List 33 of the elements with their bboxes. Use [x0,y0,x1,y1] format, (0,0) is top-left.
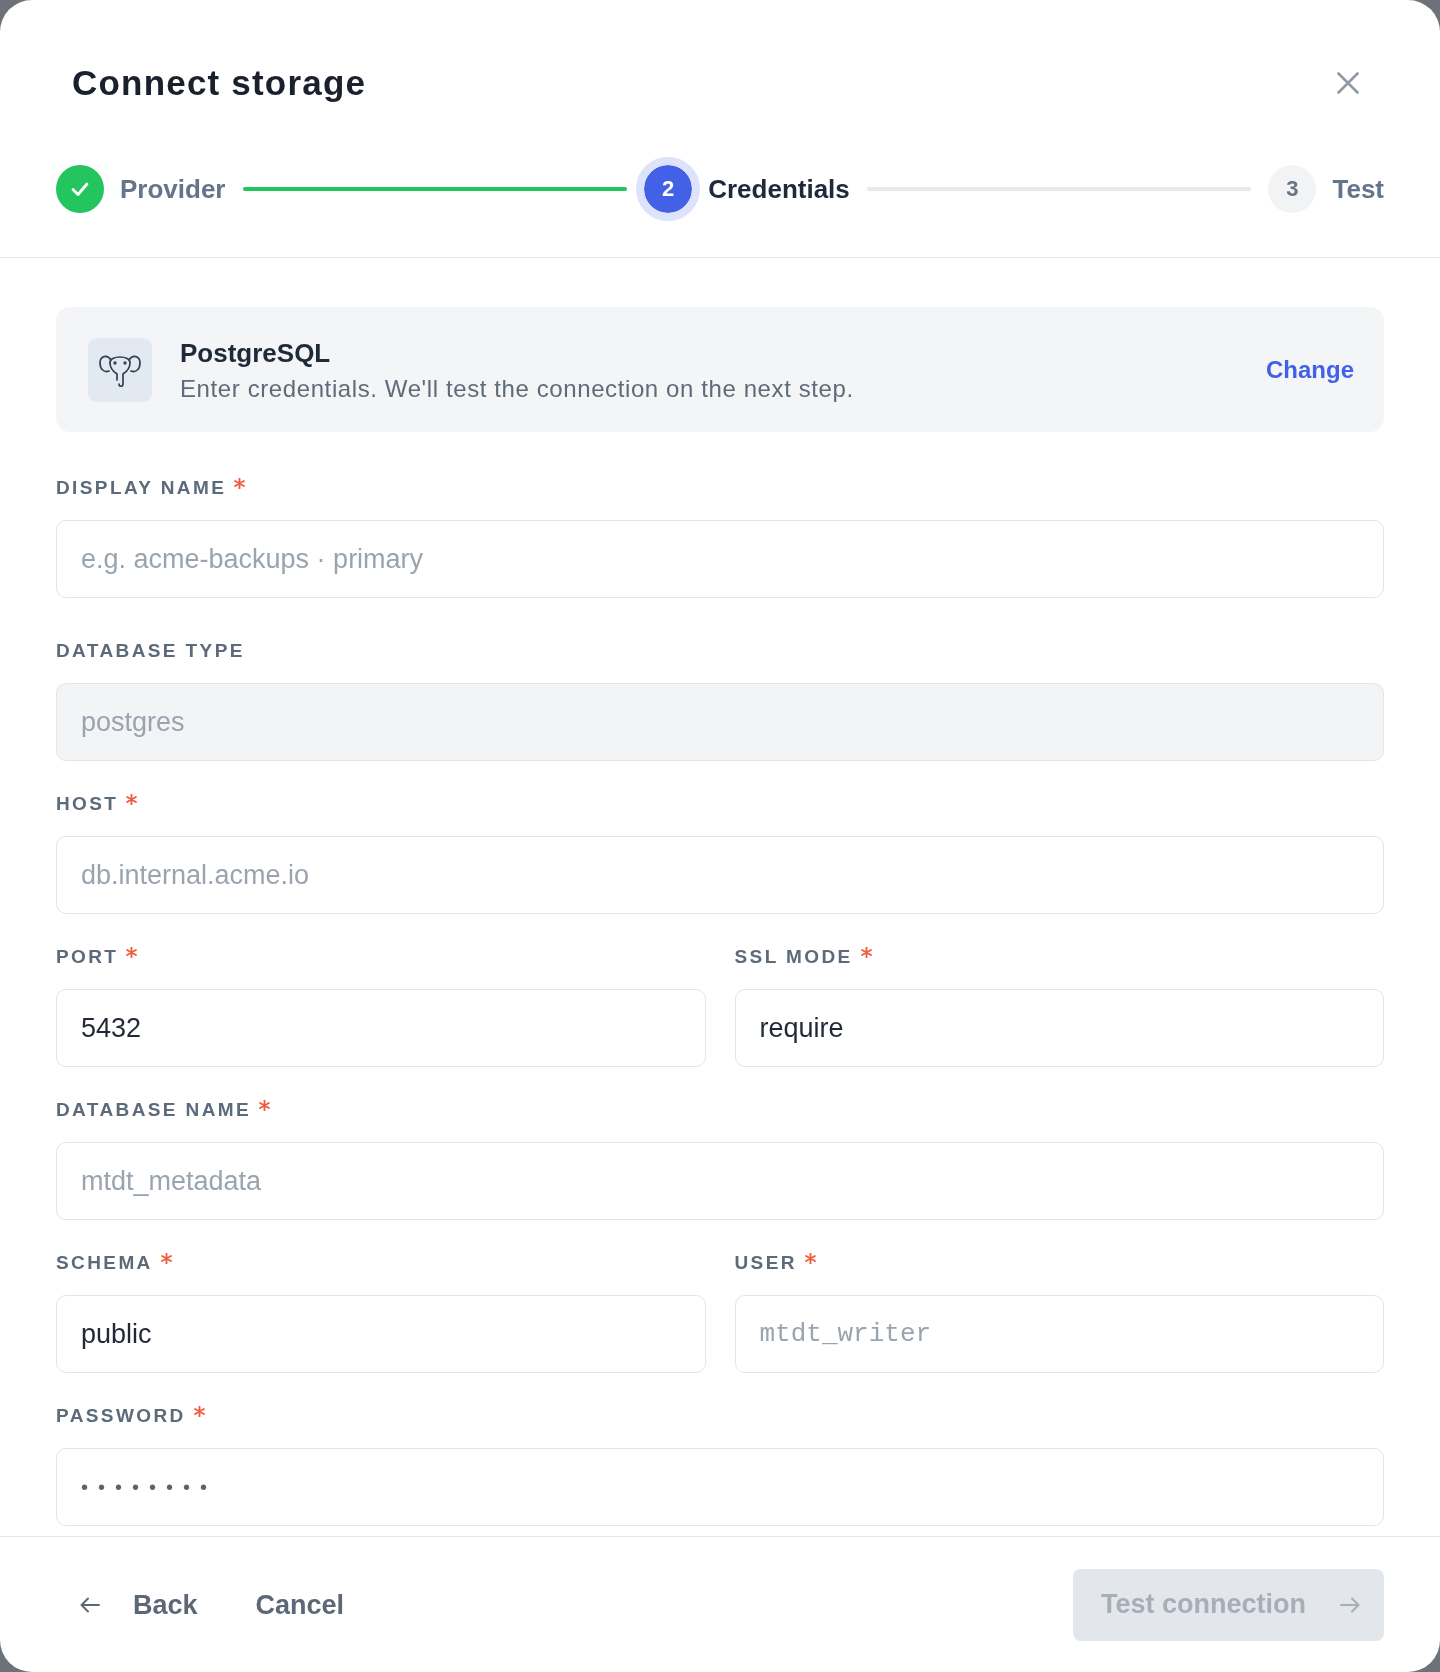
step-label: Credentials [708,173,850,205]
field-label: HOST [56,792,119,816]
field-label: PORT [56,945,119,969]
provider-description: Enter credentials. We'll test the connection on the next step. [180,374,855,403]
cancel-button[interactable]: Cancel [255,1588,345,1621]
password-field[interactable]: •••••••• [56,1448,1384,1526]
step-number: 3 [1268,165,1317,213]
step-number: 2 [636,157,701,221]
arrow-left-icon [80,1596,100,1613]
field-label: PASSWORD [56,1404,186,1428]
back-button[interactable]: Back [80,1588,198,1621]
field-label: SSL MODE [734,945,853,969]
input-field[interactable]: e.g. acme-backups · primary [56,520,1384,598]
step-label: Test [1332,173,1384,205]
field-label: USER [734,1251,797,1275]
dialog-title: Connect storage [72,62,367,104]
field-label: DISPLAY NAME [56,476,227,500]
step-label: Provider [120,173,226,205]
close-icon [1337,72,1359,94]
close-button[interactable] [1337,72,1359,94]
elephant-icon [88,337,152,402]
input-field[interactable]: db.internal.acme.io [56,836,1384,914]
input-field[interactable]: mtdt_writer [734,1295,1384,1373]
input-field[interactable]: mtdt_metadata [56,1142,1384,1220]
field-label: DATABASE NAME [56,1098,252,1122]
field-label: DATABASE TYPE [56,639,245,663]
input-field[interactable]: require [734,989,1384,1067]
arrow-right-icon [1340,1596,1360,1613]
change-link[interactable]: Change [1266,355,1354,384]
field-label: SCHEMA [56,1251,153,1275]
provider-name: PostgreSQL [180,336,332,369]
input-field[interactable]: 5432 [56,989,706,1067]
input-field[interactable]: public [56,1295,706,1373]
